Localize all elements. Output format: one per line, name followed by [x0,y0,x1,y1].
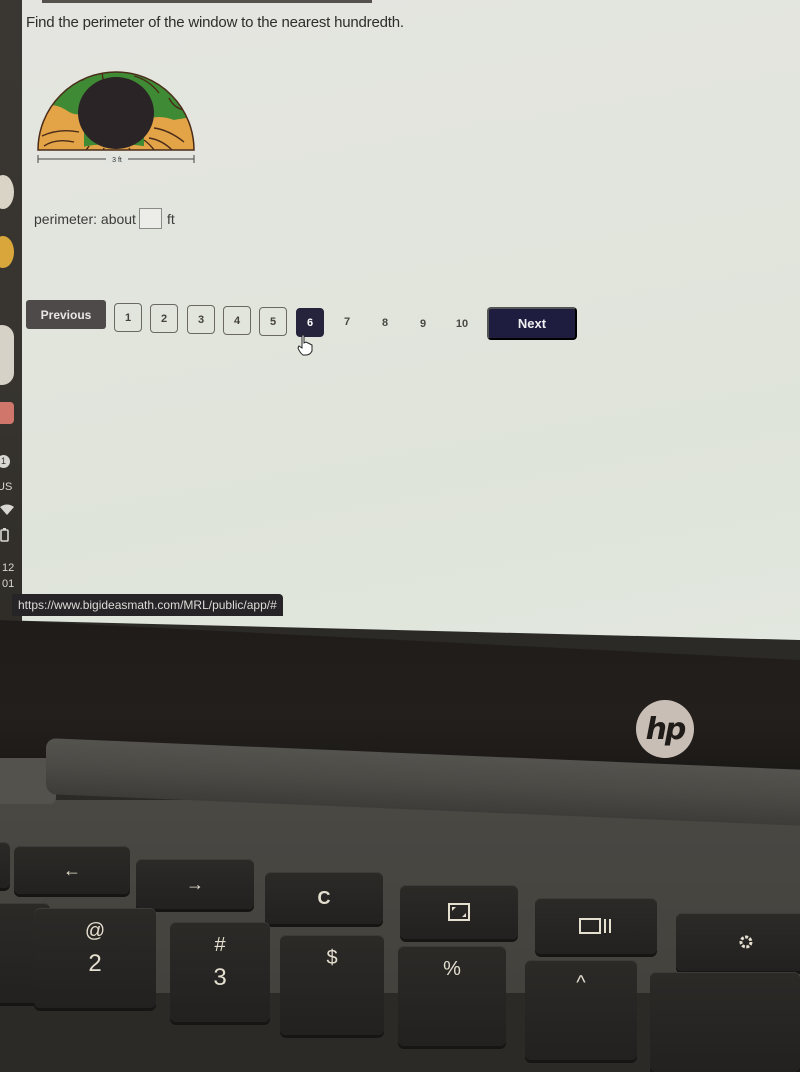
key-2-shift: @ [84,920,106,942]
notification-count: 1 [0,455,10,468]
page-button-10[interactable]: 10 [449,318,475,330]
page-button-8[interactable]: 8 [372,317,398,329]
system-clock[interactable]: 12 01 [2,560,24,592]
key-3-shift: # [214,934,226,956]
chromeos-shelf: 1 US 12 01 [0,0,22,640]
header-edge [42,0,372,3]
clock-hour: 12 [2,562,15,574]
perimeter-input[interactable] [138,208,162,229]
brightness-icon [739,935,753,949]
key-brightness-down[interactable] [676,913,800,971]
clock-minute: 01 [2,578,15,590]
notification-badge[interactable]: 1 [0,455,22,468]
next-button[interactable]: Next [487,307,577,340]
key-4[interactable]: $ [280,935,384,1035]
key-5-shift: % [443,958,461,980]
key-refresh[interactable]: C [265,872,383,924]
key-2[interactable]: @ 2 [34,908,156,1008]
question-prompt: Find the perimeter of the window to the … [26,14,404,31]
key-4-shift: $ [326,947,338,969]
page-button-9[interactable]: 9 [410,318,436,330]
input-language[interactable]: US [0,481,19,493]
page-button-3[interactable]: 3 [187,305,215,334]
shelf-app-icon[interactable] [0,175,14,209]
key-6-shift: ^ [576,972,586,994]
fullscreen-icon [448,903,470,921]
battery-icon[interactable] [0,528,22,545]
key-7[interactable] [650,972,800,1072]
page-button-7[interactable]: 7 [334,316,360,328]
back-arrow-icon: ← [63,859,81,880]
page-button-4[interactable]: 4 [223,306,251,335]
shelf-app-icon[interactable] [0,402,14,424]
key-overview[interactable] [535,898,657,954]
key-6[interactable]: ^ [525,960,637,1060]
hand-pointer-cursor-icon [296,334,314,356]
shelf-app-icon[interactable] [0,236,14,268]
key-escape[interactable] [0,842,10,888]
refresh-icon: C [317,887,331,908]
answer-row: perimeter: about ft [34,208,175,229]
status-bar-url: https://www.bigideasmath.com/MRL/public/… [12,594,283,616]
window-figure: 3 ft [34,58,199,168]
page-button-6-current[interactable]: 6 [296,308,324,337]
page-button-5[interactable]: 5 [259,307,287,336]
dimension-label: 3 ft [112,157,122,164]
shelf-app-icon[interactable] [0,325,14,385]
wifi-icon[interactable] [0,504,22,518]
previous-button[interactable]: Previous [26,300,106,329]
key-2-base: 2 [88,950,102,977]
key-3[interactable]: # 3 [170,922,270,1022]
answer-unit: ft [166,210,175,227]
forward-arrow-icon: → [186,873,204,894]
key-3-base: 3 [213,964,227,991]
page-button-2[interactable]: 2 [150,304,178,333]
dark-glass-center [78,77,154,149]
answer-label: perimeter: about [34,210,136,227]
overview-icon [579,918,611,934]
key-fullscreen[interactable] [400,885,518,939]
page-button-1[interactable]: 1 [114,303,142,332]
key-5[interactable]: % [398,946,506,1046]
key-forward[interactable]: → [136,859,254,909]
browser-viewport: Find the perimeter of the window to the … [22,0,800,640]
hp-logo: hp [636,700,694,758]
key-back[interactable]: ← [14,846,130,894]
